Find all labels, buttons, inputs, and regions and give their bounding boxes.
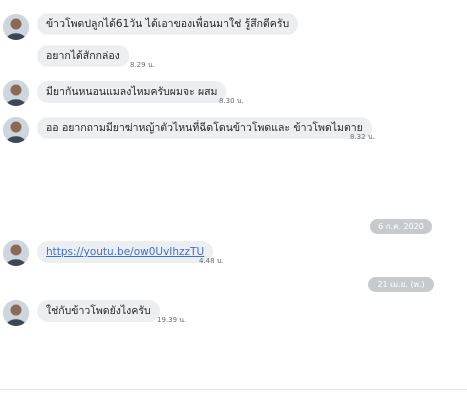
date-separator: 6 ก.ค. 2020 — [370, 219, 432, 234]
message-bubble: ข้าวโพดปลูกได้61วัน ได้เอาของเพื่อนมาใช่… — [37, 13, 299, 35]
message-text: ออ อยากถามมียาฆ่าหญ้าตัวไหนที่ฉีดโดนข้าว… — [46, 122, 363, 134]
message-bubble: ใช่กับข้าวโพดยังไงครับ — [37, 300, 160, 322]
avatar — [3, 240, 29, 266]
message-text: มียากันหนอนแมลงไหมครับผมจะ ผสม — [46, 86, 218, 98]
date-separator: 21 เม.ย. (พ.) — [368, 277, 434, 292]
message-bubble: https://youtu.be/ow0UvIhzzTU — [37, 241, 214, 263]
message-time: 8.32 น. — [350, 133, 375, 141]
avatar — [3, 80, 29, 106]
message-bubble: มียากันหนอนแมลงไหมครับผมจะ ผสม — [37, 81, 227, 103]
message-bubble: อยากได้สักกล่อง — [37, 45, 129, 67]
avatar — [3, 14, 29, 40]
divider — [0, 389, 467, 390]
message-text: ข้าวโพดปลูกได้61วัน ได้เอาของเพื่อนมาใช่… — [46, 18, 290, 30]
avatar — [3, 117, 29, 143]
message-time: 8.29 น. — [130, 61, 155, 69]
message-bubble: ออ อยากถามมียาฆ่าหญ้าตัวไหนที่ฉีดโดนข้าว… — [37, 117, 372, 139]
message-text: อยากได้สักกล่อง — [46, 50, 120, 62]
message-link[interactable]: https://youtu.be/ow0UvIhzzTU — [46, 246, 204, 258]
avatar — [3, 300, 29, 326]
message-time: 8.30 น. — [219, 97, 244, 105]
message-text: ใช่กับข้าวโพดยังไงครับ — [46, 305, 151, 317]
message-time: 19.39 น. — [157, 316, 187, 324]
message-time: 4.48 น. — [199, 257, 224, 265]
